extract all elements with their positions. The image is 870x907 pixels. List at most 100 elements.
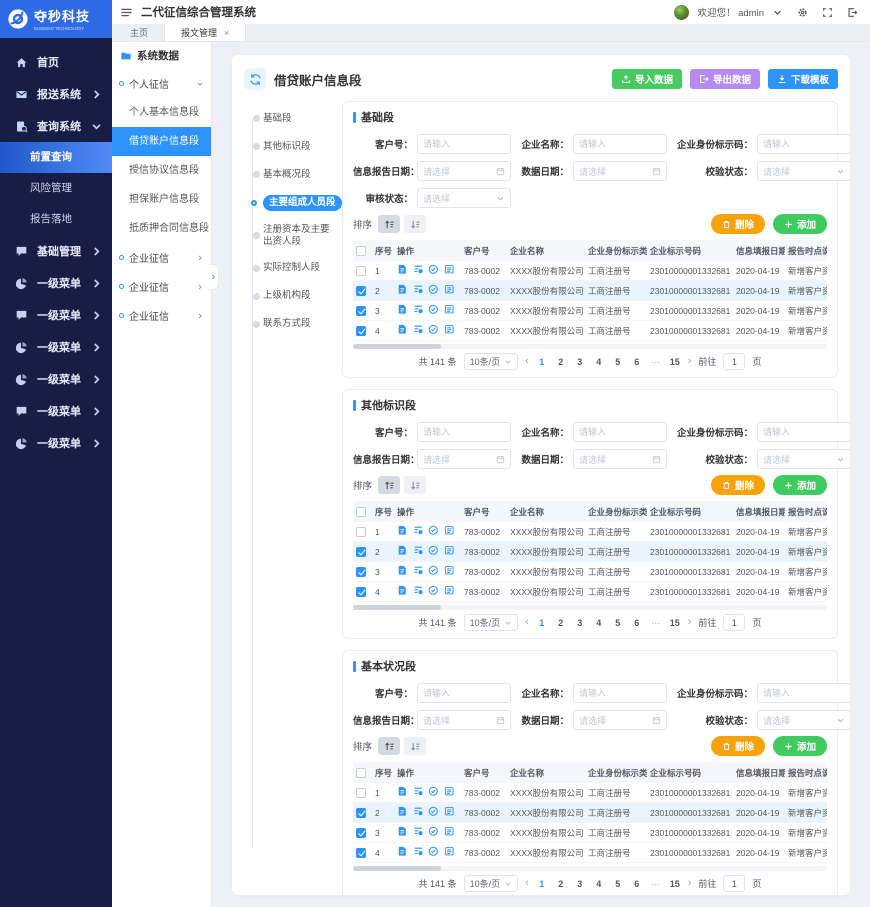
page-size-select[interactable]: 10条/页	[464, 353, 519, 370]
tree-group[interactable]: 企业征信	[112, 272, 211, 301]
edit-file-icon[interactable]	[397, 786, 408, 797]
text-input[interactable]: 请输入	[417, 422, 511, 442]
sidebar-item[interactable]: 查询系统	[0, 110, 112, 142]
page-size-select[interactable]: 10条/页	[464, 614, 519, 631]
view-detail-icon[interactable]	[413, 786, 424, 797]
select-input[interactable]: 请选择	[757, 449, 850, 469]
record-list-icon[interactable]	[444, 525, 455, 536]
delete-button[interactable]: 删除	[711, 214, 765, 234]
record-list-icon[interactable]	[444, 826, 455, 837]
view-detail-icon[interactable]	[413, 545, 424, 556]
page-number[interactable]: 15	[669, 879, 681, 889]
sort-desc-button[interactable]	[404, 737, 426, 755]
page-number[interactable]: 3	[574, 357, 586, 367]
date-picker[interactable]: 请选择	[417, 449, 511, 469]
next-page-icon[interactable]: ›	[688, 356, 692, 367]
date-picker[interactable]: 请选择	[417, 161, 511, 181]
delete-button[interactable]: 删除	[711, 736, 765, 756]
prev-page-icon[interactable]: ‹	[525, 878, 529, 889]
sidebar-item[interactable]: 一级菜单	[0, 363, 112, 395]
row-checkbox[interactable]	[356, 326, 366, 336]
page-number[interactable]: 4	[593, 357, 605, 367]
sort-desc-button[interactable]	[404, 476, 426, 494]
fullscreen-icon[interactable]	[822, 7, 833, 18]
next-page-icon[interactable]: ›	[688, 617, 692, 628]
select-all-checkbox[interactable]	[356, 507, 366, 517]
sort-asc-button[interactable]	[378, 476, 400, 494]
tree-group[interactable]: 个人征信	[112, 69, 211, 98]
select-input[interactable]: 请选择	[417, 188, 511, 208]
settings-gear-icon[interactable]	[797, 7, 808, 18]
date-picker[interactable]: 请选择	[573, 710, 667, 730]
row-checkbox[interactable]	[356, 547, 366, 557]
page-number[interactable]: ···	[650, 879, 662, 889]
record-list-icon[interactable]	[444, 806, 455, 817]
goto-page-input[interactable]: 1	[723, 875, 745, 892]
record-list-icon[interactable]	[444, 585, 455, 596]
page-number[interactable]: ···	[650, 357, 662, 367]
sidebar-subitem[interactable]: 前置查询	[0, 142, 112, 173]
table-row[interactable]: 3783-0002XXXX股份有限公司工商注册号2301000000133268…	[353, 823, 827, 843]
page-number[interactable]: 2	[555, 357, 567, 367]
view-detail-icon[interactable]	[413, 565, 424, 576]
next-page-icon[interactable]: ›	[688, 878, 692, 889]
table-row[interactable]: 4783-0002XXXX股份有限公司工商注册号2301000000133268…	[353, 321, 827, 341]
record-list-icon[interactable]	[444, 786, 455, 797]
record-list-icon[interactable]	[444, 264, 455, 275]
record-list-icon[interactable]	[444, 565, 455, 576]
page-number[interactable]: 1	[536, 357, 548, 367]
anchor-item[interactable]: 主要组成人员段	[248, 195, 334, 211]
check-circle-icon[interactable]	[428, 806, 439, 817]
sidebar-item[interactable]: 一级菜单	[0, 427, 112, 459]
tree-item[interactable]: 抵质押合同信息段	[112, 214, 211, 243]
view-detail-icon[interactable]	[413, 324, 424, 335]
select-all-checkbox[interactable]	[356, 246, 366, 256]
page-number[interactable]: 3	[574, 618, 586, 628]
goto-page-input[interactable]: 1	[723, 353, 745, 370]
table-row[interactable]: 2783-0002XXXX股份有限公司工商注册号2301000000133268…	[353, 542, 827, 562]
page-number[interactable]: 15	[669, 357, 681, 367]
tree-group[interactable]: 企业征信	[112, 301, 211, 330]
row-checkbox[interactable]	[356, 266, 366, 276]
prev-page-icon[interactable]: ‹	[525, 617, 529, 628]
text-input[interactable]: 请输入	[573, 683, 667, 703]
sort-asc-button[interactable]	[378, 215, 400, 233]
page-number[interactable]: 1	[536, 618, 548, 628]
date-picker[interactable]: 请选择	[573, 161, 667, 181]
anchor-item[interactable]: 实际控制人段	[248, 261, 334, 276]
row-checkbox[interactable]	[356, 527, 366, 537]
check-circle-icon[interactable]	[428, 304, 439, 315]
add-button[interactable]: 添加	[773, 736, 827, 756]
horizontal-scrollbar[interactable]	[353, 605, 827, 610]
record-list-icon[interactable]	[444, 304, 455, 315]
collapse-handle-icon[interactable]: ›	[209, 264, 219, 290]
page-number[interactable]: 3	[574, 879, 586, 889]
table-row[interactable]: 2783-0002XXXX股份有限公司工商注册号2301000000133268…	[353, 281, 827, 301]
view-detail-icon[interactable]	[413, 846, 424, 857]
view-detail-icon[interactable]	[413, 304, 424, 315]
sidebar-item[interactable]: 一级菜单	[0, 267, 112, 299]
row-checkbox[interactable]	[356, 848, 366, 858]
chevron-down-icon[interactable]	[772, 7, 783, 18]
check-circle-icon[interactable]	[428, 846, 439, 857]
view-detail-icon[interactable]	[413, 826, 424, 837]
select-all-checkbox[interactable]	[356, 768, 366, 778]
text-input[interactable]: 请输入	[573, 134, 667, 154]
close-icon[interactable]: ×	[224, 28, 229, 38]
scrollbar-thumb[interactable]	[353, 866, 441, 871]
tree-item[interactable]: 个人基本信息段	[112, 98, 211, 127]
page-number[interactable]: 6	[631, 618, 643, 628]
view-detail-icon[interactable]	[413, 264, 424, 275]
sidebar-item[interactable]: 一级菜单	[0, 395, 112, 427]
scrollbar-thumb[interactable]	[353, 605, 441, 610]
table-row[interactable]: 4783-0002XXXX股份有限公司工商注册号2301000000133268…	[353, 582, 827, 602]
anchor-item[interactable]: 基本概况段	[248, 167, 334, 182]
page-size-select[interactable]: 10条/页	[464, 875, 519, 892]
delete-button[interactable]: 删除	[711, 475, 765, 495]
text-input[interactable]: 请输入	[417, 134, 511, 154]
select-input[interactable]: 请选择	[757, 161, 850, 181]
page-number[interactable]: 2	[555, 879, 567, 889]
add-button[interactable]: 添加	[773, 475, 827, 495]
check-circle-icon[interactable]	[428, 264, 439, 275]
sidebar-item[interactable]: 报送系统	[0, 78, 112, 110]
